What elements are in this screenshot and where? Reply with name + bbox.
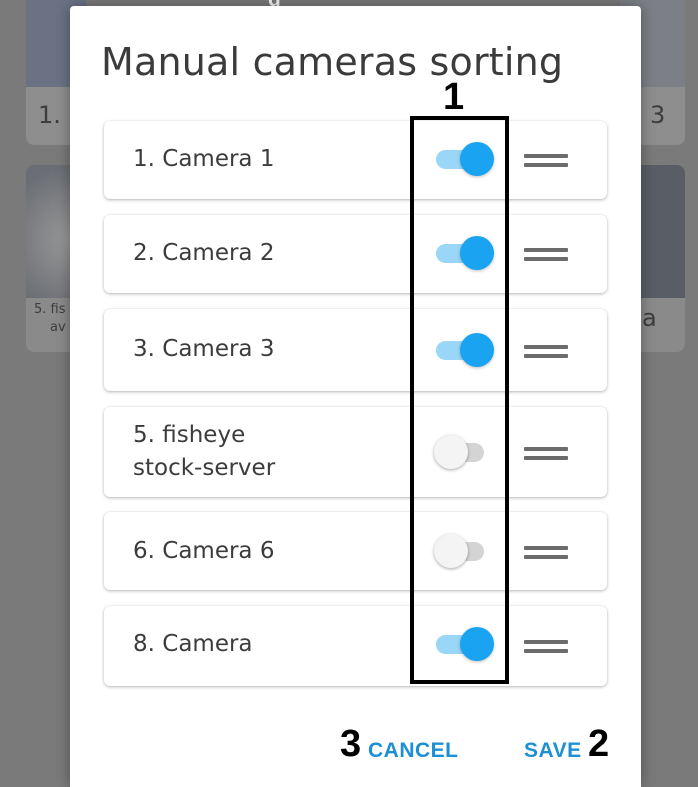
background-tile-label: av (50, 320, 66, 335)
camera-row[interactable]: 2. Camera 2 (104, 215, 607, 293)
camera-row[interactable]: 1. Camera 1 (104, 121, 607, 199)
background-tile-label: 3 (650, 101, 666, 129)
camera-name: 5. fisheye stock-server (133, 422, 276, 481)
annotation-number-toggles: 1 (443, 76, 465, 118)
manual-sorting-dialog: Manual cameras sorting 1. Camera 1 2. Ca… (70, 6, 641, 787)
camera-name: 2. Camera 2 (133, 240, 275, 266)
drag-handle-icon[interactable] (524, 541, 570, 563)
camera-name: 3. Camera 3 (133, 336, 275, 362)
camera-row[interactable]: 5. fisheye stock-server (104, 407, 607, 497)
camera-name: 8. Camera (133, 631, 253, 657)
cancel-button[interactable]: CANCEL (368, 739, 459, 763)
camera-name: 1. Camera 1 (133, 146, 275, 172)
background-tile-label: 1. (38, 101, 61, 129)
camera-row[interactable]: 3. Camera 3 (104, 309, 607, 391)
drag-handle-icon[interactable] (524, 442, 570, 464)
annotation-number-save: 2 (588, 723, 610, 765)
save-button[interactable]: SAVE (524, 739, 582, 763)
drag-handle-icon[interactable] (524, 635, 570, 657)
drag-handle-icon[interactable] (524, 243, 570, 265)
toggle-column-highlight (410, 116, 509, 684)
drag-handle-icon[interactable] (524, 149, 570, 171)
background-tile-label: 5. fis (34, 302, 66, 317)
background-tile-label: a (642, 304, 657, 332)
camera-row[interactable]: 8. Camera (104, 606, 607, 686)
camera-row[interactable]: 6. Camera 6 (104, 512, 607, 590)
drag-handle-icon[interactable] (524, 340, 570, 362)
annotation-number-cancel: 3 (340, 723, 362, 765)
dialog-title: Manual cameras sorting (101, 40, 564, 84)
camera-name: 6. Camera 6 (133, 538, 275, 564)
